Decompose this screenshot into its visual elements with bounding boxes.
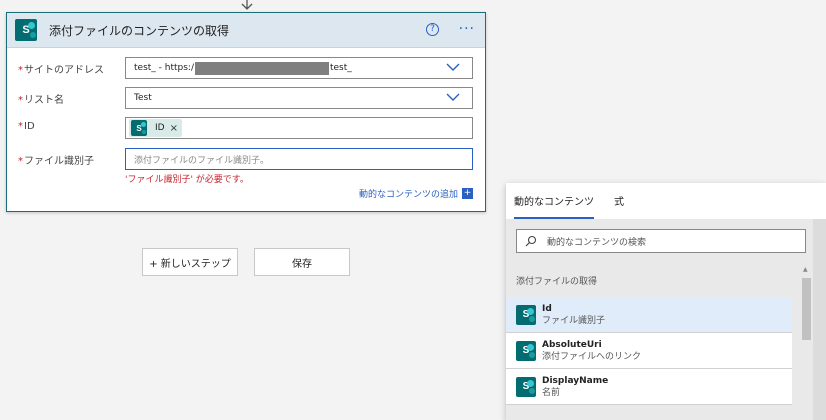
sharepoint-icon: S: [516, 304, 536, 325]
dynamic-content-list: S Id ファイル識別子 S AbsoluteUri 添付ファイルへのリンク S…: [506, 297, 792, 405]
help-icon[interactable]: ?: [426, 23, 439, 36]
search-icon: [525, 235, 537, 247]
sharepoint-icon: S: [131, 120, 147, 136]
item-description: ファイル識別子: [542, 315, 606, 326]
id-field[interactable]: S ID ×: [125, 117, 473, 139]
list-item-displayname[interactable]: S DisplayName 名前: [506, 369, 792, 405]
add-dynamic-content-link[interactable]: 動的なコンテンツの追加 +: [359, 187, 473, 200]
site-address-value-prefix: test_ - https:/: [134, 63, 194, 73]
item-name: AbsoluteUri: [542, 339, 602, 350]
list-name-label: *リスト名: [18, 95, 64, 106]
redacted-block: [194, 61, 329, 75]
panel-body: 動的なコンテンツの検索 添付ファイルの取得 S Id ファイル識別子 S Abs…: [506, 219, 813, 420]
list-name-value: Test: [134, 93, 152, 103]
list-item-id[interactable]: S Id ファイル識別子: [506, 297, 792, 333]
item-name: DisplayName: [542, 375, 609, 386]
group-header[interactable]: 添付ファイルの取得: [516, 274, 597, 287]
chevron-down-icon: [446, 63, 460, 71]
new-step-button[interactable]: + 新しいステップ: [142, 248, 238, 276]
scrollbar-thumb[interactable]: [802, 278, 811, 340]
sharepoint-icon: S: [516, 340, 536, 361]
sharepoint-icon: S: [15, 19, 37, 41]
card-title: 添付ファイルのコンテンツの取得: [49, 23, 230, 38]
site-address-row: *サイトのアドレス test_ - https:/ test_: [7, 57, 485, 79]
flow-arrow-icon: [241, 0, 253, 10]
add-dynamic-content-label: 動的なコンテンツの追加: [358, 190, 458, 200]
tab-expression[interactable]: 式: [614, 193, 632, 219]
file-identifier-label: *ファイル識別子: [18, 156, 94, 167]
id-label: *ID: [18, 121, 35, 132]
list-name-dropdown[interactable]: Test: [125, 87, 473, 109]
dynamic-content-panel: 動的なコンテンツ 式 動的なコンテンツの検索 添付ファイルの取得 S Id ファ…: [506, 183, 826, 420]
sharepoint-icon: S: [516, 376, 536, 397]
more-options-icon[interactable]: ···: [459, 21, 475, 37]
site-address-dropdown[interactable]: test_ - https:/ test_: [125, 57, 473, 79]
file-identifier-row: *ファイル識別子 添付ファイルのファイル識別子。: [7, 148, 485, 170]
panel-tabs: 動的なコンテンツ 式: [506, 183, 826, 219]
item-description: 添付ファイルへのリンク: [542, 351, 642, 362]
panel-edge: [813, 219, 826, 420]
save-button[interactable]: 保存: [254, 248, 350, 276]
file-identifier-input[interactable]: 添付ファイルのファイル識別子。: [125, 148, 473, 170]
search-placeholder: 動的なコンテンツの検索: [547, 237, 647, 248]
scroll-up-icon[interactable]: ▲: [803, 266, 808, 273]
error-message: 'ファイル識別子' が必要です。: [125, 175, 249, 185]
list-item-absoluteuri[interactable]: S AbsoluteUri 添付ファイルへのリンク: [506, 333, 792, 369]
list-name-row: *リスト名 Test: [7, 87, 485, 109]
id-token-label: ID: [155, 123, 165, 133]
item-name: Id: [542, 303, 552, 314]
id-row: *ID S ID ×: [7, 117, 485, 139]
tab-dynamic-content[interactable]: 動的なコンテンツ: [514, 193, 602, 219]
card-header[interactable]: S 添付ファイルのコンテンツの取得 ? ···: [7, 13, 485, 48]
action-card: S 添付ファイルのコンテンツの取得 ? ··· *サイトのアドレス test_ …: [6, 12, 486, 212]
id-token[interactable]: S ID ×: [129, 119, 182, 137]
dynamic-content-search[interactable]: 動的なコンテンツの検索: [516, 229, 806, 253]
add-icon: +: [462, 188, 473, 199]
item-description: 名前: [542, 387, 561, 398]
remove-token-icon[interactable]: ×: [170, 123, 178, 134]
site-address-value-suffix: test_: [329, 63, 352, 73]
scrollbar[interactable]: ▲: [801, 266, 812, 420]
chevron-down-icon: [446, 93, 460, 101]
site-address-label: *サイトのアドレス: [18, 65, 104, 76]
